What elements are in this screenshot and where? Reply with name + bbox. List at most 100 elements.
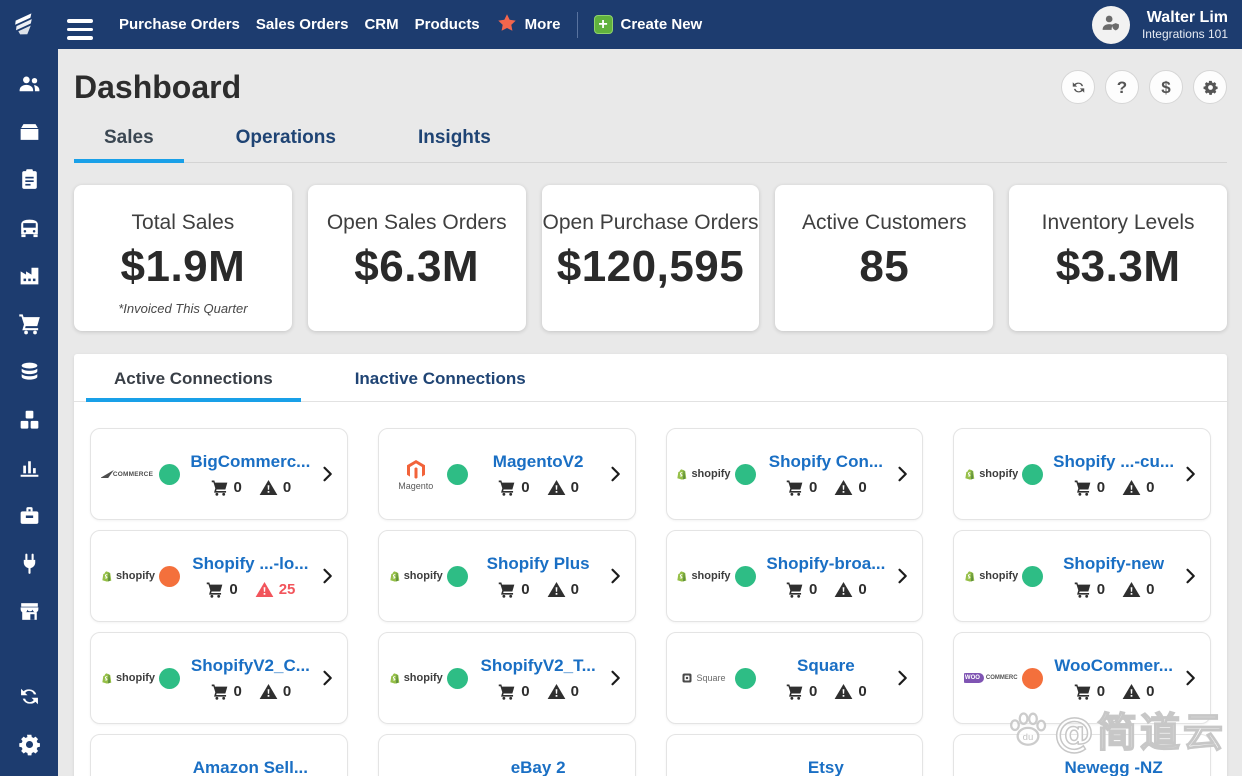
- tab-insights[interactable]: Insights: [388, 112, 521, 162]
- sidebar-item-gear-icon[interactable]: [0, 720, 58, 768]
- help-button[interactable]: ?: [1105, 70, 1139, 104]
- connection-title[interactable]: Newegg -NZ: [1065, 758, 1163, 776]
- connection-card[interactable]: Amazon Sell...: [90, 734, 348, 776]
- sidebar-item-briefcase-icon[interactable]: [0, 491, 58, 539]
- nav-link-purchase-orders[interactable]: Purchase Orders: [119, 16, 240, 33]
- chevron-right-icon[interactable]: [888, 566, 912, 586]
- kpi-label: Active Customers: [802, 211, 967, 234]
- warnings-stat: 0: [1122, 478, 1154, 497]
- connection-card[interactable]: Square Square 0 0: [665, 632, 924, 724]
- sidebar-item-plug-icon[interactable]: [0, 539, 58, 587]
- connection-title[interactable]: Amazon Sell...: [193, 758, 308, 776]
- connection-card-body: Shopify-broa... 0 0: [764, 554, 889, 599]
- warning-icon: [1122, 682, 1141, 701]
- bigcommerce-logo: COMMERCE: [101, 470, 155, 478]
- connection-title[interactable]: MagentoV2: [493, 452, 584, 472]
- connection-card-body: Amazon Sell...: [188, 758, 313, 776]
- chevron-right-icon[interactable]: [888, 668, 912, 688]
- woocommerce-logo: WOO COMMERCE: [964, 673, 1018, 683]
- connection-card[interactable]: Magento MagentoV2 0 0: [377, 428, 636, 520]
- more-button[interactable]: More: [496, 12, 561, 38]
- connection-title[interactable]: Shopify-broa...: [766, 554, 885, 574]
- connection-card[interactable]: WOO COMMERCE WooCommer... 0 0: [953, 632, 1211, 724]
- connection-card[interactable]: eBay 2: [377, 734, 636, 776]
- chevron-right-icon[interactable]: [1176, 668, 1200, 688]
- sidebar-item-blocks-icon[interactable]: [0, 395, 58, 443]
- orders-stat: 0: [785, 682, 817, 701]
- sidebar-item-clipboard-icon[interactable]: [0, 155, 58, 203]
- chevron-right-icon[interactable]: [313, 566, 337, 586]
- connection-title[interactable]: Shopify ...-cu...: [1053, 452, 1174, 472]
- connection-card[interactable]: shopify Shopify Plus 0 0: [377, 530, 636, 622]
- sidebar-item-package-icon[interactable]: [0, 107, 58, 155]
- warning-icon: [1122, 478, 1141, 497]
- connection-title[interactable]: ShopifyV2_T...: [481, 656, 596, 676]
- sidebar-item-storefront-icon[interactable]: [0, 587, 58, 635]
- hamburger-icon[interactable]: [41, 10, 93, 40]
- avatar[interactable]: [1091, 5, 1130, 44]
- tab-active-connections[interactable]: Active Connections: [86, 354, 301, 402]
- connection-title[interactable]: Etsy: [808, 758, 844, 776]
- connection-card[interactable]: Newegg -NZ: [953, 734, 1211, 776]
- kpi-label: Open Sales Orders: [326, 211, 507, 234]
- connection-card[interactable]: shopify ShopifyV2_C... 0 0: [90, 632, 348, 724]
- create-new-button[interactable]: + Create New: [593, 15, 702, 34]
- nav-link-sales-orders[interactable]: Sales Orders: [256, 16, 349, 33]
- sidebar-item-bar-chart-icon[interactable]: [0, 443, 58, 491]
- nav-link-crm[interactable]: CRM: [364, 16, 398, 33]
- connection-card[interactable]: shopify Shopify ...-lo... 0 25: [90, 530, 348, 622]
- orders-stat: 0: [1073, 682, 1105, 701]
- connection-title[interactable]: ShopifyV2_C...: [191, 656, 310, 676]
- warnings-stat: 0: [834, 580, 867, 599]
- connection-title[interactable]: Shopify-new: [1063, 554, 1164, 574]
- chevron-right-icon[interactable]: [1176, 566, 1200, 586]
- chevron-right-icon[interactable]: [888, 464, 912, 484]
- connection-stats: 0 0: [785, 580, 867, 599]
- app-logo[interactable]: [9, 9, 41, 41]
- tab-operations[interactable]: Operations: [206, 112, 366, 162]
- sidebar-item-factory-icon[interactable]: [0, 251, 58, 299]
- connection-title[interactable]: Shopify ...-lo...: [192, 554, 308, 574]
- connection-card[interactable]: shopify Shopify Con... 0 0: [665, 428, 924, 520]
- connection-card[interactable]: shopify Shopify-new 0 0: [953, 530, 1211, 622]
- connection-card-body: BigCommerc... 0 0: [188, 452, 313, 497]
- chevron-right-icon[interactable]: [313, 668, 337, 688]
- sidebar-item-users-icon[interactable]: [0, 59, 58, 107]
- connection-title[interactable]: Shopify Con...: [769, 452, 883, 472]
- connection-card-body: Newegg -NZ: [1051, 758, 1176, 776]
- connection-title[interactable]: BigCommerc...: [190, 452, 310, 472]
- connection-card[interactable]: COMMERCE BigCommerc... 0 0: [90, 428, 348, 520]
- sidebar-item-sync-icon[interactable]: [0, 672, 58, 720]
- user-menu[interactable]: Walter Lim Integrations 101: [1091, 5, 1228, 44]
- connection-title[interactable]: Shopify Plus: [487, 554, 590, 574]
- chevron-right-icon[interactable]: [601, 566, 625, 586]
- connection-card[interactable]: shopify Shopify ...-cu... 0 0: [953, 428, 1211, 520]
- warning-icon: [1122, 580, 1141, 599]
- warnings-stat: 0: [259, 478, 291, 497]
- warnings-stat: 0: [547, 478, 579, 497]
- chevron-right-icon[interactable]: [313, 464, 337, 484]
- sidebar-item-cart-icon[interactable]: [0, 299, 58, 347]
- nav-link-products[interactable]: Products: [415, 16, 480, 33]
- user-info: Walter Lim Integrations 101: [1142, 8, 1228, 41]
- sidebar-item-coins-icon[interactable]: [0, 347, 58, 395]
- orders-stat: 0: [497, 478, 530, 497]
- tab-sales[interactable]: Sales: [74, 112, 184, 163]
- chevron-right-icon[interactable]: [601, 464, 625, 484]
- connection-card[interactable]: Etsy: [665, 734, 924, 776]
- chevron-right-icon[interactable]: [601, 668, 625, 688]
- chevron-right-icon[interactable]: [1176, 464, 1200, 484]
- gear-button[interactable]: [1193, 70, 1227, 104]
- connection-stats: 0 0: [497, 478, 579, 497]
- kpi-value: $1.9M: [120, 242, 246, 291]
- connection-card[interactable]: shopify Shopify-broa... 0 0: [665, 530, 924, 622]
- sidebar-item-truck-icon[interactable]: [0, 203, 58, 251]
- dollar-button[interactable]: $: [1149, 70, 1183, 104]
- refresh-button[interactable]: [1061, 70, 1095, 104]
- connection-title[interactable]: Square: [797, 656, 855, 676]
- connection-title[interactable]: WooCommer...: [1054, 656, 1173, 676]
- kpi-card: Open Purchase Orders $120,595: [541, 185, 760, 331]
- connection-card[interactable]: shopify ShopifyV2_T... 0 0: [377, 632, 636, 724]
- connection-title[interactable]: eBay 2: [511, 758, 566, 776]
- tab-inactive-connections[interactable]: Inactive Connections: [327, 354, 554, 401]
